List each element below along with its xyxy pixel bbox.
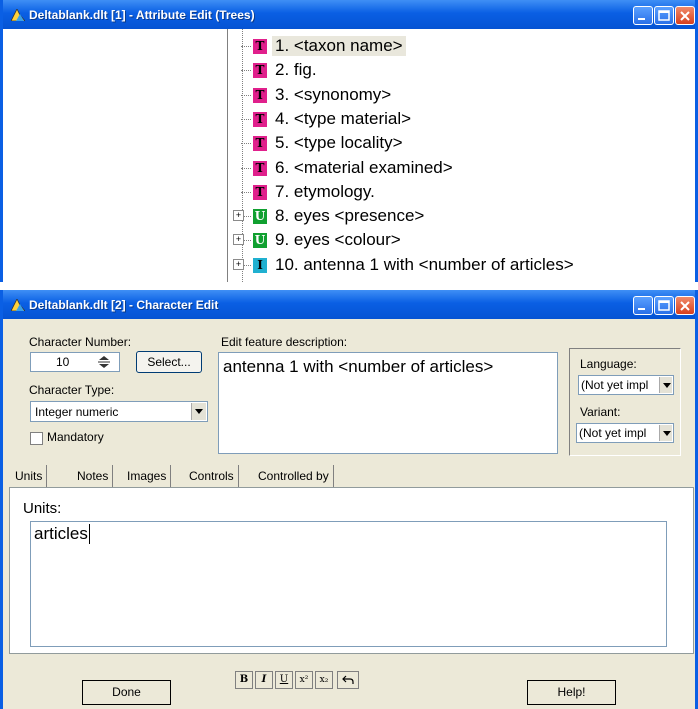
close-icon [680, 11, 690, 21]
window1-titlebar[interactable]: Deltablank.dlt [1] - Attribute Edit (Tre… [3, 0, 695, 29]
minimize-button[interactable] [633, 296, 653, 315]
tree-node-label: 2. fig. [275, 60, 317, 80]
language-label: Language: [580, 357, 637, 371]
spin-arrows-icon[interactable] [97, 355, 111, 369]
tree-node-label: 7. etymology. [275, 181, 375, 201]
maximize-icon [658, 10, 670, 21]
minimize-icon [638, 308, 645, 310]
character-type-select[interactable]: Integer numeric [30, 401, 208, 422]
tab-images[interactable]: Images [123, 465, 172, 487]
character-number-label: Character Number: [29, 335, 132, 349]
variant-select[interactable]: (Not yet impl [576, 423, 674, 443]
chevron-down-icon[interactable] [659, 377, 672, 393]
expand-icon[interactable]: + [233, 258, 244, 270]
maximize-button[interactable] [654, 296, 674, 315]
character-type-badge-icon: T [253, 63, 267, 79]
italic-button[interactable]: I [255, 671, 273, 689]
close-button[interactable] [675, 296, 695, 315]
chevron-down-icon[interactable] [659, 425, 672, 441]
units-tab-panel: Units: articles [9, 487, 694, 654]
units-label: Units: [23, 500, 62, 517]
character-tree[interactable]: T 1. <taxon name> T 2. fig. T 3. <synonomy> T 4… [229, 29, 695, 282]
bold-button[interactable]: B [235, 671, 253, 689]
expand-icon[interactable]: + [233, 210, 244, 222]
minimize-button[interactable] [633, 6, 653, 25]
feature-description-text: antenna 1 with <number of articles> [223, 357, 494, 376]
undo-button[interactable] [337, 671, 359, 689]
character-number-value: 10 [56, 355, 70, 369]
character-type-badge-icon: T [253, 184, 267, 200]
tree-node-label: 6. <material examined> [275, 157, 453, 177]
units-value: articles [34, 524, 90, 544]
chevron-down-icon[interactable] [191, 403, 206, 420]
close-icon [680, 301, 690, 311]
edit-feature-label: Edit feature description: [221, 335, 348, 349]
window2-title: Deltablank.dlt [2] - Character Edit [29, 298, 219, 312]
character-number-spinner[interactable]: 10 [30, 352, 120, 372]
tab-units[interactable]: Units [11, 465, 48, 487]
mandatory-checkbox[interactable] [30, 432, 43, 445]
character-type-badge-icon: T [253, 160, 267, 176]
app-logo-icon [11, 9, 25, 21]
feature-description-editor[interactable]: antenna 1 with <number of articles> [218, 352, 558, 454]
character-type-value: Integer numeric [35, 405, 119, 419]
window2-titlebar[interactable]: Deltablank.dlt [2] - Character Edit [3, 290, 695, 319]
character-type-badge-icon: T [253, 136, 267, 152]
maximize-icon [658, 300, 670, 311]
tree-connector [241, 94, 251, 96]
superscript-button[interactable]: x² [295, 671, 313, 689]
expand-icon[interactable]: + [233, 234, 244, 246]
tab-controlled-by[interactable]: Controlled by [254, 465, 334, 487]
tree-connector [241, 191, 251, 193]
tree-node-label: 4. <type material> [275, 108, 412, 128]
attribute-edit-window: Deltablank.dlt [1] - Attribute Edit (Tre… [0, 0, 698, 282]
subscript-button[interactable]: x₂ [315, 671, 333, 689]
left-pane [6, 29, 228, 282]
help-button[interactable]: Help! [527, 680, 616, 705]
character-type-badge-icon: T [253, 111, 267, 127]
character-type-label: Character Type: [29, 383, 115, 397]
undo-icon [342, 675, 354, 684]
character-type-badge-icon: T [253, 87, 267, 103]
tree-node-label: 9. eyes <colour> [275, 230, 401, 250]
tab-notes[interactable]: Notes [73, 465, 114, 487]
tree-node-label: 10. antenna 1 with <number of articles> [275, 254, 574, 274]
tree-node-label: 8. eyes <presence> [275, 206, 425, 226]
tab-controls[interactable]: Controls [185, 465, 239, 487]
select-button[interactable]: Select... [136, 351, 202, 373]
tree-connector [241, 70, 251, 72]
language-value: (Not yet impl [581, 378, 649, 392]
variant-value: (Not yet impl [579, 426, 647, 440]
tree-connector [241, 118, 251, 120]
done-button[interactable]: Done [82, 680, 171, 705]
tree-node-label: 5. <type locality> [275, 133, 403, 153]
maximize-button[interactable] [654, 6, 674, 25]
tree-node-label: 3. <synonomy> [275, 84, 392, 104]
minimize-icon [638, 18, 645, 20]
tree-node-label: 1. <taxon name> [272, 36, 406, 56]
character-type-badge-icon: I [253, 257, 267, 273]
tree-connector [241, 143, 251, 145]
tree-connector [241, 167, 251, 169]
underline-button[interactable]: U [275, 671, 293, 689]
language-select[interactable]: (Not yet impl [578, 375, 674, 395]
window1-title: Deltablank.dlt [1] - Attribute Edit (Tre… [29, 8, 255, 22]
character-type-badge-icon: T [253, 39, 267, 54]
mandatory-label: Mandatory [47, 430, 104, 444]
variant-label: Variant: [580, 405, 621, 419]
character-type-badge-icon: U [253, 209, 267, 225]
character-type-badge-icon: U [253, 233, 267, 249]
language-group: Language: (Not yet impl Variant: (Not ye… [569, 348, 681, 456]
app-logo-icon [11, 299, 25, 311]
units-editor[interactable]: articles [30, 521, 667, 647]
character-edit-window: Deltablank.dlt [2] - Character Edit Char… [0, 290, 698, 709]
tree-connector [241, 46, 251, 47]
close-button[interactable] [675, 6, 695, 25]
